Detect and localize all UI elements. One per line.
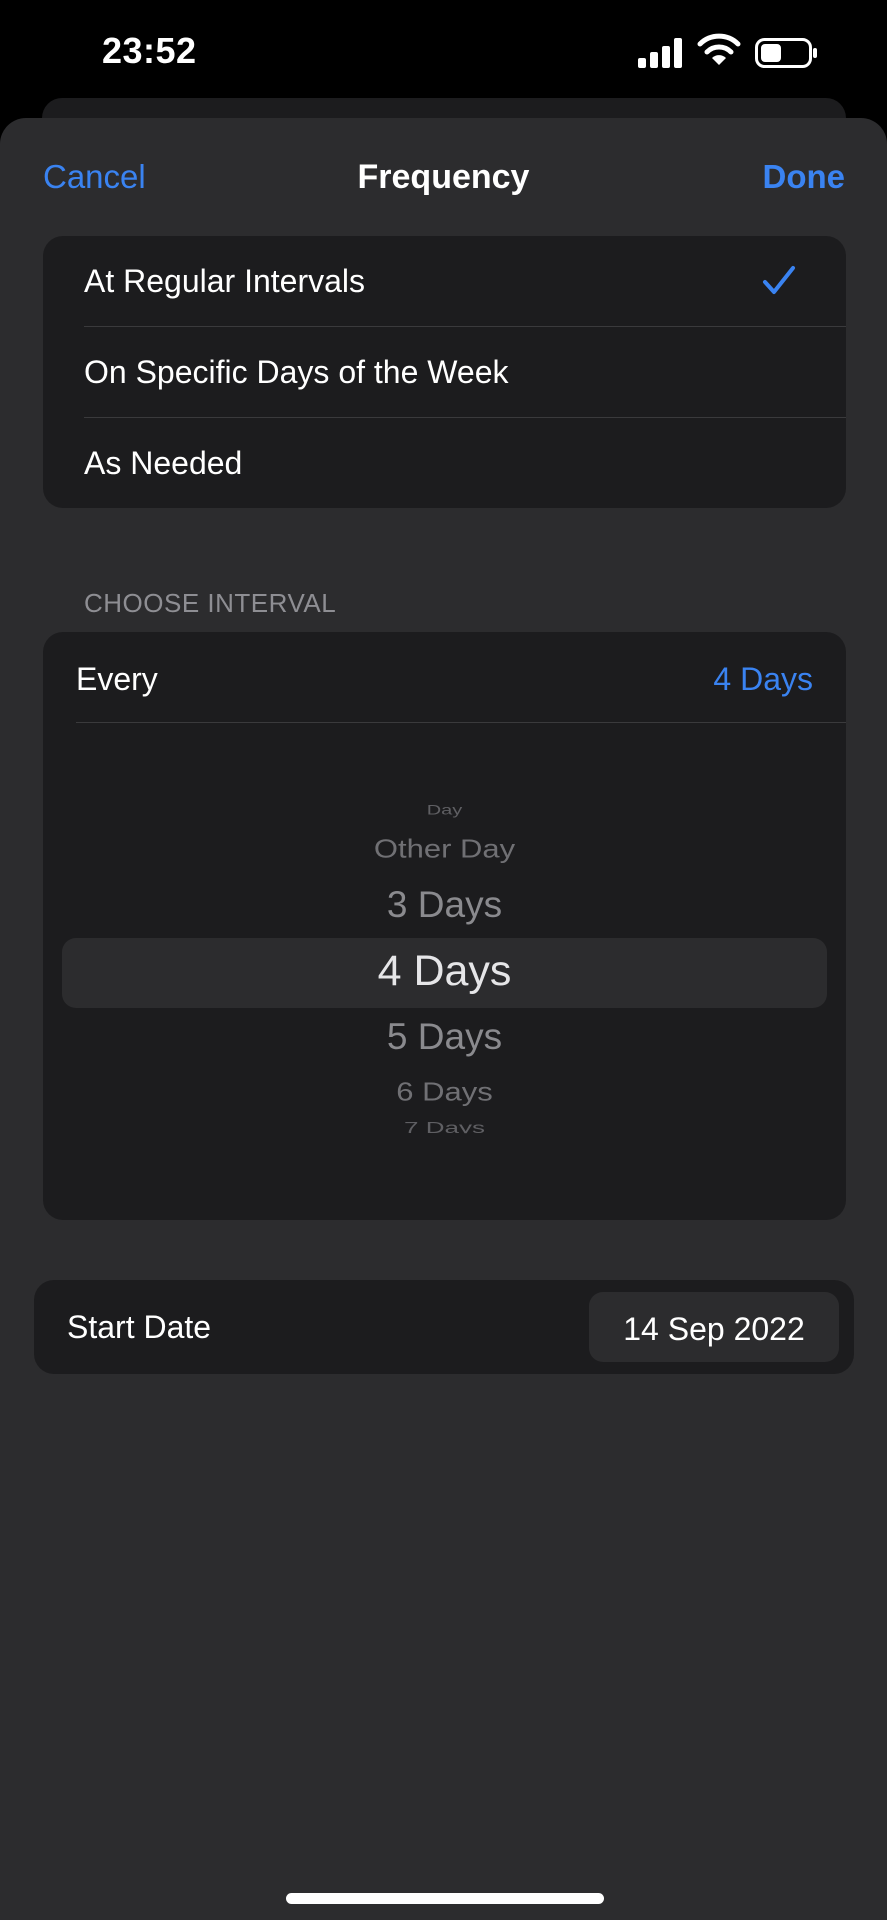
done-button[interactable]: Done bbox=[763, 158, 846, 196]
picker-item[interactable]: 7 Days bbox=[43, 1119, 846, 1133]
section-header: CHOOSE INTERVAL bbox=[84, 588, 337, 618]
battery-icon bbox=[755, 38, 817, 68]
option-as-needed[interactable]: As Needed bbox=[43, 418, 846, 508]
picker-item[interactable]: Other Day bbox=[43, 834, 846, 865]
picker-item-selected[interactable]: 4 Days bbox=[43, 947, 846, 996]
option-label: On Specific Days of the Week bbox=[84, 354, 509, 390]
option-regular-intervals[interactable]: At Regular Intervals bbox=[43, 236, 846, 326]
checkmark-icon bbox=[763, 266, 795, 294]
frequency-options-list: At Regular Intervals On Specific Days of… bbox=[43, 236, 846, 508]
divider bbox=[76, 722, 846, 723]
start-date-value: 14 Sep 2022 bbox=[623, 1311, 805, 1347]
picker-item[interactable]: 3 Days bbox=[43, 884, 846, 926]
start-date-button[interactable]: 14 Sep 2022 bbox=[589, 1292, 839, 1362]
start-date-label: Start Date bbox=[67, 1309, 212, 1345]
home-indicator[interactable] bbox=[286, 1893, 604, 1904]
status-bar: 23:52 bbox=[0, 0, 887, 110]
status-time: 23:52 bbox=[102, 30, 197, 71]
option-specific-days[interactable]: On Specific Days of the Week bbox=[43, 327, 846, 417]
wifi-icon bbox=[697, 33, 741, 65]
option-label: At Regular Intervals bbox=[84, 263, 366, 299]
every-value[interactable]: 4 Days bbox=[713, 661, 813, 698]
option-label: As Needed bbox=[84, 445, 243, 481]
start-date-row: Start Date 14 Sep 2022 bbox=[34, 1280, 854, 1374]
every-label: Every bbox=[76, 661, 158, 697]
picker-item[interactable]: Day bbox=[43, 802, 846, 818]
signal-icon bbox=[638, 38, 684, 68]
picker-item[interactable]: 6 Days bbox=[43, 1077, 846, 1108]
picker-item[interactable]: 5 Days bbox=[43, 1016, 846, 1058]
interval-card: Every 4 Days Day Other Day 3 Days 4 Days… bbox=[43, 632, 846, 1220]
page-title: Frequency bbox=[357, 158, 530, 196]
